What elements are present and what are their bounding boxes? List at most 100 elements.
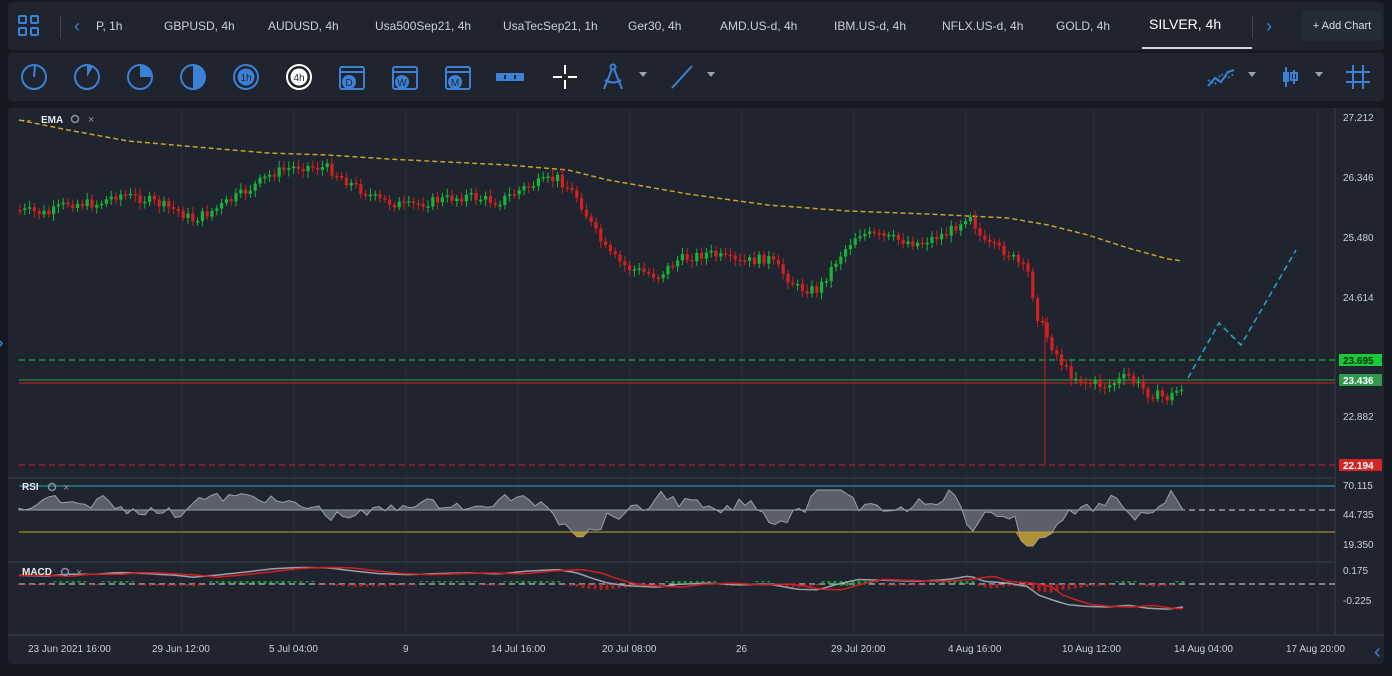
tab-chart[interactable]: GOLD, 4h (1056, 19, 1110, 33)
chevron-down-icon[interactable] (1248, 72, 1256, 77)
tab-chart[interactable]: NFLX.US-d, 4h (942, 19, 1023, 33)
chevron-down-icon[interactable] (707, 72, 715, 77)
candle-body (460, 198, 464, 202)
settings-icon[interactable] (70, 114, 80, 124)
tab-chart-active[interactable]: SILVER, 4h (1149, 16, 1221, 32)
trendline-icon[interactable] (667, 62, 697, 92)
clock-30m-icon[interactable] (178, 62, 208, 92)
tab-chart[interactable]: Usa500Sep21, 4h (375, 19, 471, 33)
macd-axis-label: -0.225 (1343, 596, 1372, 607)
candle-body (124, 194, 128, 197)
candle-body (1146, 388, 1150, 398)
macd-histogram-bar (491, 584, 495, 586)
clock-15m-icon[interactable] (125, 62, 155, 92)
macd-histogram-bar (485, 584, 489, 586)
time-axis-label: 23 Jun 2021 16:00 (28, 644, 111, 655)
price-chart-canvas[interactable]: - - EMA × RSI × MACD × 27.212 26.346 25.… (8, 108, 1384, 664)
candle-body (935, 236, 939, 240)
macd-histogram-bar (1073, 584, 1077, 589)
candle-body (551, 176, 555, 182)
macd-histogram-bar (275, 581, 279, 584)
chart-area[interactable]: - - EMA × RSI × MACD × 27.212 26.346 25.… (8, 108, 1384, 664)
candle-body (676, 260, 680, 267)
macd-histogram-bar (143, 584, 147, 586)
tab-chart[interactable]: Ger30, 4h (628, 19, 681, 33)
indicators-icon[interactable] (1206, 62, 1236, 92)
macd-histogram-bar (809, 584, 813, 587)
left-panel-toggle-icon[interactable]: › (0, 332, 4, 355)
ema-dash-mark: - - (22, 115, 31, 125)
candle-body (239, 189, 243, 194)
macd-histogram-bar (1157, 584, 1161, 587)
macd-histogram-bar (311, 581, 315, 583)
tab-chart[interactable]: UsaTecSep21, 1h (503, 19, 598, 33)
macd-histogram-bar (125, 581, 129, 583)
settings-icon[interactable] (47, 482, 57, 492)
candle-body (829, 267, 833, 282)
candle-body (421, 203, 425, 207)
macd-histogram-bar (203, 584, 207, 586)
close-icon[interactable]: × (76, 567, 82, 579)
chevron-down-icon[interactable] (1315, 72, 1323, 77)
candle-body (944, 234, 948, 236)
clock-1m-icon[interactable] (19, 62, 49, 92)
macd-histogram-bar (1115, 581, 1119, 583)
layout-grid-icon[interactable] (18, 15, 40, 37)
candle-body (1127, 373, 1131, 376)
candle-body (901, 239, 905, 244)
close-icon[interactable]: × (88, 114, 94, 126)
price-tag-label: 23.436 (1343, 376, 1374, 387)
macd-histogram-bar (593, 584, 597, 590)
macd-histogram-bar (905, 584, 909, 586)
macd-histogram-bar (1169, 584, 1173, 586)
macd-histogram-bar (755, 581, 759, 583)
macd-histogram-bar (1181, 581, 1185, 584)
candle-body (282, 167, 286, 170)
candle-body (834, 263, 838, 268)
candle-body (80, 203, 84, 207)
add-chart-button[interactable]: + Add Chart (1302, 11, 1382, 41)
ruler-icon[interactable] (495, 62, 525, 92)
right-panel-toggle-icon[interactable]: ‹ (1374, 641, 1381, 664)
clock-4h-icon[interactable]: 4h (284, 62, 314, 92)
candle-body (512, 194, 516, 196)
chevron-down-icon[interactable] (639, 72, 647, 77)
tab-chart[interactable]: GBPUSD, 4h (164, 19, 235, 33)
candle-body (1141, 381, 1145, 389)
macd-histogram-bar (761, 581, 765, 583)
tab-chart[interactable]: AMD.US-d, 4h (720, 19, 797, 33)
price-axis-label: 26.346 (1343, 173, 1374, 184)
calendar-day-icon[interactable]: D (337, 62, 367, 92)
crosshair-icon[interactable] (550, 62, 580, 92)
candle-body (916, 242, 920, 247)
compass-icon[interactable] (598, 62, 628, 92)
macd-histogram-bar (359, 584, 363, 587)
candle-body (354, 182, 358, 185)
candle-body (359, 184, 363, 194)
chart-type-icon[interactable] (1275, 62, 1305, 92)
macd-histogram-bar (1121, 581, 1125, 583)
candle-body (671, 265, 675, 268)
close-icon[interactable]: × (63, 482, 69, 494)
tab-chart[interactable]: IBM.US-d, 4h (834, 19, 906, 33)
candle-body (215, 208, 219, 211)
macd-histogram-bar (215, 581, 219, 584)
candle-body (1045, 322, 1049, 338)
svg-text:M: M (451, 78, 459, 89)
macd-histogram-bar (467, 581, 471, 583)
clock-1h-icon[interactable]: 1h (231, 62, 261, 92)
tabs-next-arrow-icon[interactable]: › (1266, 16, 1272, 36)
tab-chart[interactable]: P, 1h (96, 19, 122, 33)
tabs-prev-arrow-icon[interactable]: ‹ (74, 16, 80, 36)
candle-body (925, 242, 929, 245)
calendar-week-icon[interactable]: W (390, 62, 420, 92)
calendar-month-icon[interactable]: M (443, 62, 473, 92)
macd-histogram-bar (827, 581, 831, 584)
forecast-path[interactable] (1187, 249, 1297, 379)
candle-body (109, 196, 113, 200)
grid-icon[interactable] (1343, 62, 1373, 92)
tab-chart[interactable]: AUDUSD, 4h (268, 19, 339, 33)
macd-histogram-bar (209, 581, 213, 583)
candle-body (397, 201, 401, 208)
clock-5m-icon[interactable] (72, 62, 102, 92)
